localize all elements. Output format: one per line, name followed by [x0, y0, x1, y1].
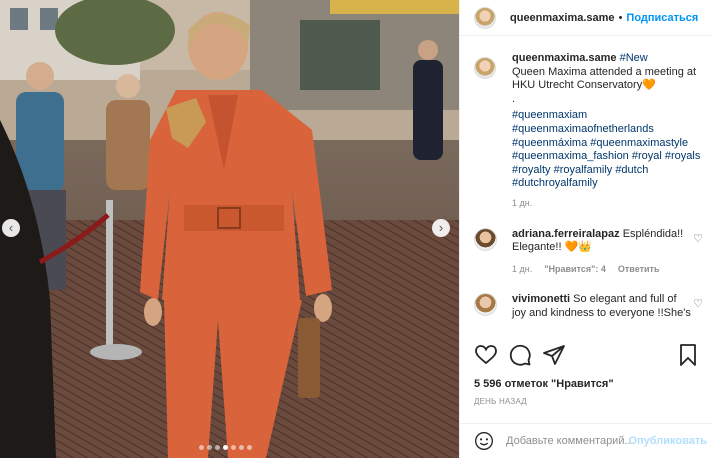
carousel-dot — [215, 445, 220, 450]
avatar[interactable] — [474, 57, 496, 79]
avatar[interactable] — [474, 227, 497, 251]
avatar[interactable] — [474, 6, 496, 29]
hashtag-line[interactable]: #queenmaxima_fashion #royal #royals — [512, 150, 702, 164]
post-sidebar: queenmaxima.same • Подписаться queenmaxi… — [459, 0, 713, 458]
caption: queenmaxima.same #New Queen Maxima atten… — [474, 52, 705, 211]
instagram-post: ‹ › queenmaxima.same • Подписаться queen… — [0, 0, 713, 458]
hashtag-line[interactable]: #dutchroyalfamily — [512, 177, 702, 191]
comment-text: Espléndida!! — [622, 227, 684, 240]
heart-emoji: 🧡 — [642, 79, 656, 92]
hashtag-line[interactable]: #royalty #royalfamily #dutch — [512, 164, 702, 178]
hashtag-line[interactable]: #queenmáxima #queenmaximastyle — [512, 137, 702, 151]
carousel-dot — [239, 445, 244, 450]
carousel-prev-button[interactable]: ‹ — [2, 219, 20, 237]
separator: • — [618, 11, 623, 24]
comment-time[interactable]: 1 дн. — [512, 263, 532, 277]
comment-text: So elegant and full of — [573, 293, 677, 306]
carousel-dot — [199, 445, 204, 450]
caption-time[interactable]: 1 дн. — [512, 197, 702, 211]
comment-text: joy and kindness to everyone !!She's — [512, 306, 691, 319]
chevron-right-icon: › — [438, 220, 444, 235]
chevron-left-icon: ‹ — [8, 220, 14, 235]
action-bar — [474, 343, 700, 367]
caption-text: HKU Utrecht Conservatory — [512, 79, 643, 92]
post-date[interactable]: ДЕНЬ НАЗАД — [474, 397, 527, 406]
hashtag-line[interactable]: #queenmaxiam — [512, 109, 702, 123]
comment-username[interactable]: adriana.ferreiralapaz — [512, 228, 620, 240]
reply-button[interactable]: Ответить — [618, 263, 660, 277]
carousel-next-button[interactable]: › — [432, 219, 450, 237]
caption-body: queenmaxima.same #New Queen Maxima atten… — [512, 52, 702, 211]
heart-icon[interactable]: ♡ — [693, 297, 703, 310]
hashtag[interactable]: #New — [620, 52, 648, 64]
heart-icon[interactable] — [474, 343, 498, 367]
follow-button[interactable]: Подписаться — [626, 12, 698, 24]
comment-icon[interactable] — [508, 343, 532, 367]
comment-likes[interactable]: "Нравится": 4 — [544, 263, 606, 277]
likes-count[interactable]: 5 596 отметок "Нравится" — [474, 378, 614, 390]
photo-scene — [0, 0, 459, 458]
comment-body: vivimonetti So elegant and full of joy a… — [512, 293, 702, 320]
comment-emojis: 🧡👑 — [564, 241, 593, 254]
comments-list[interactable]: queenmaxima.same #New Queen Maxima atten… — [474, 52, 705, 336]
comment-body: adriana.ferreiralapaz Espléndida!! Elega… — [512, 228, 702, 277]
post-header: queenmaxima.same • Подписаться — [460, 0, 713, 36]
hashtag-line[interactable]: #queenmaximaofnetherlands — [512, 123, 702, 137]
share-icon[interactable] — [542, 343, 566, 367]
bookmark-icon[interactable] — [676, 343, 700, 367]
comment-meta: 1 дн. "Нравится": 4 Ответить — [512, 263, 702, 277]
comment: adriana.ferreiralapaz Espléndida!! Elega… — [474, 227, 705, 277]
caption-period: . — [512, 92, 516, 105]
add-comment-bar: Опубликовать — [460, 423, 713, 458]
carousel-indicator — [199, 445, 252, 450]
publish-button[interactable]: Опубликовать — [628, 435, 707, 447]
comment-input[interactable] — [506, 435, 636, 447]
emoji-icon[interactable] — [474, 431, 494, 451]
header-username[interactable]: queenmaxima.same — [510, 12, 615, 24]
avatar[interactable] — [474, 293, 497, 317]
caption-text: Queen Maxima attended a meeting at — [512, 65, 697, 78]
post-photo[interactable]: ‹ › — [0, 0, 459, 458]
comment-username[interactable]: vivimonetti — [512, 293, 570, 305]
carousel-dot — [231, 445, 236, 450]
caption-username[interactable]: queenmaxima.same — [512, 52, 617, 64]
carousel-dot — [247, 445, 252, 450]
comment-text: Elegante!! — [512, 241, 562, 254]
carousel-dot — [223, 445, 228, 450]
comment: vivimonetti So elegant and full of joy a… — [474, 293, 705, 320]
heart-icon[interactable]: ♡ — [693, 232, 703, 245]
carousel-dot — [207, 445, 212, 450]
